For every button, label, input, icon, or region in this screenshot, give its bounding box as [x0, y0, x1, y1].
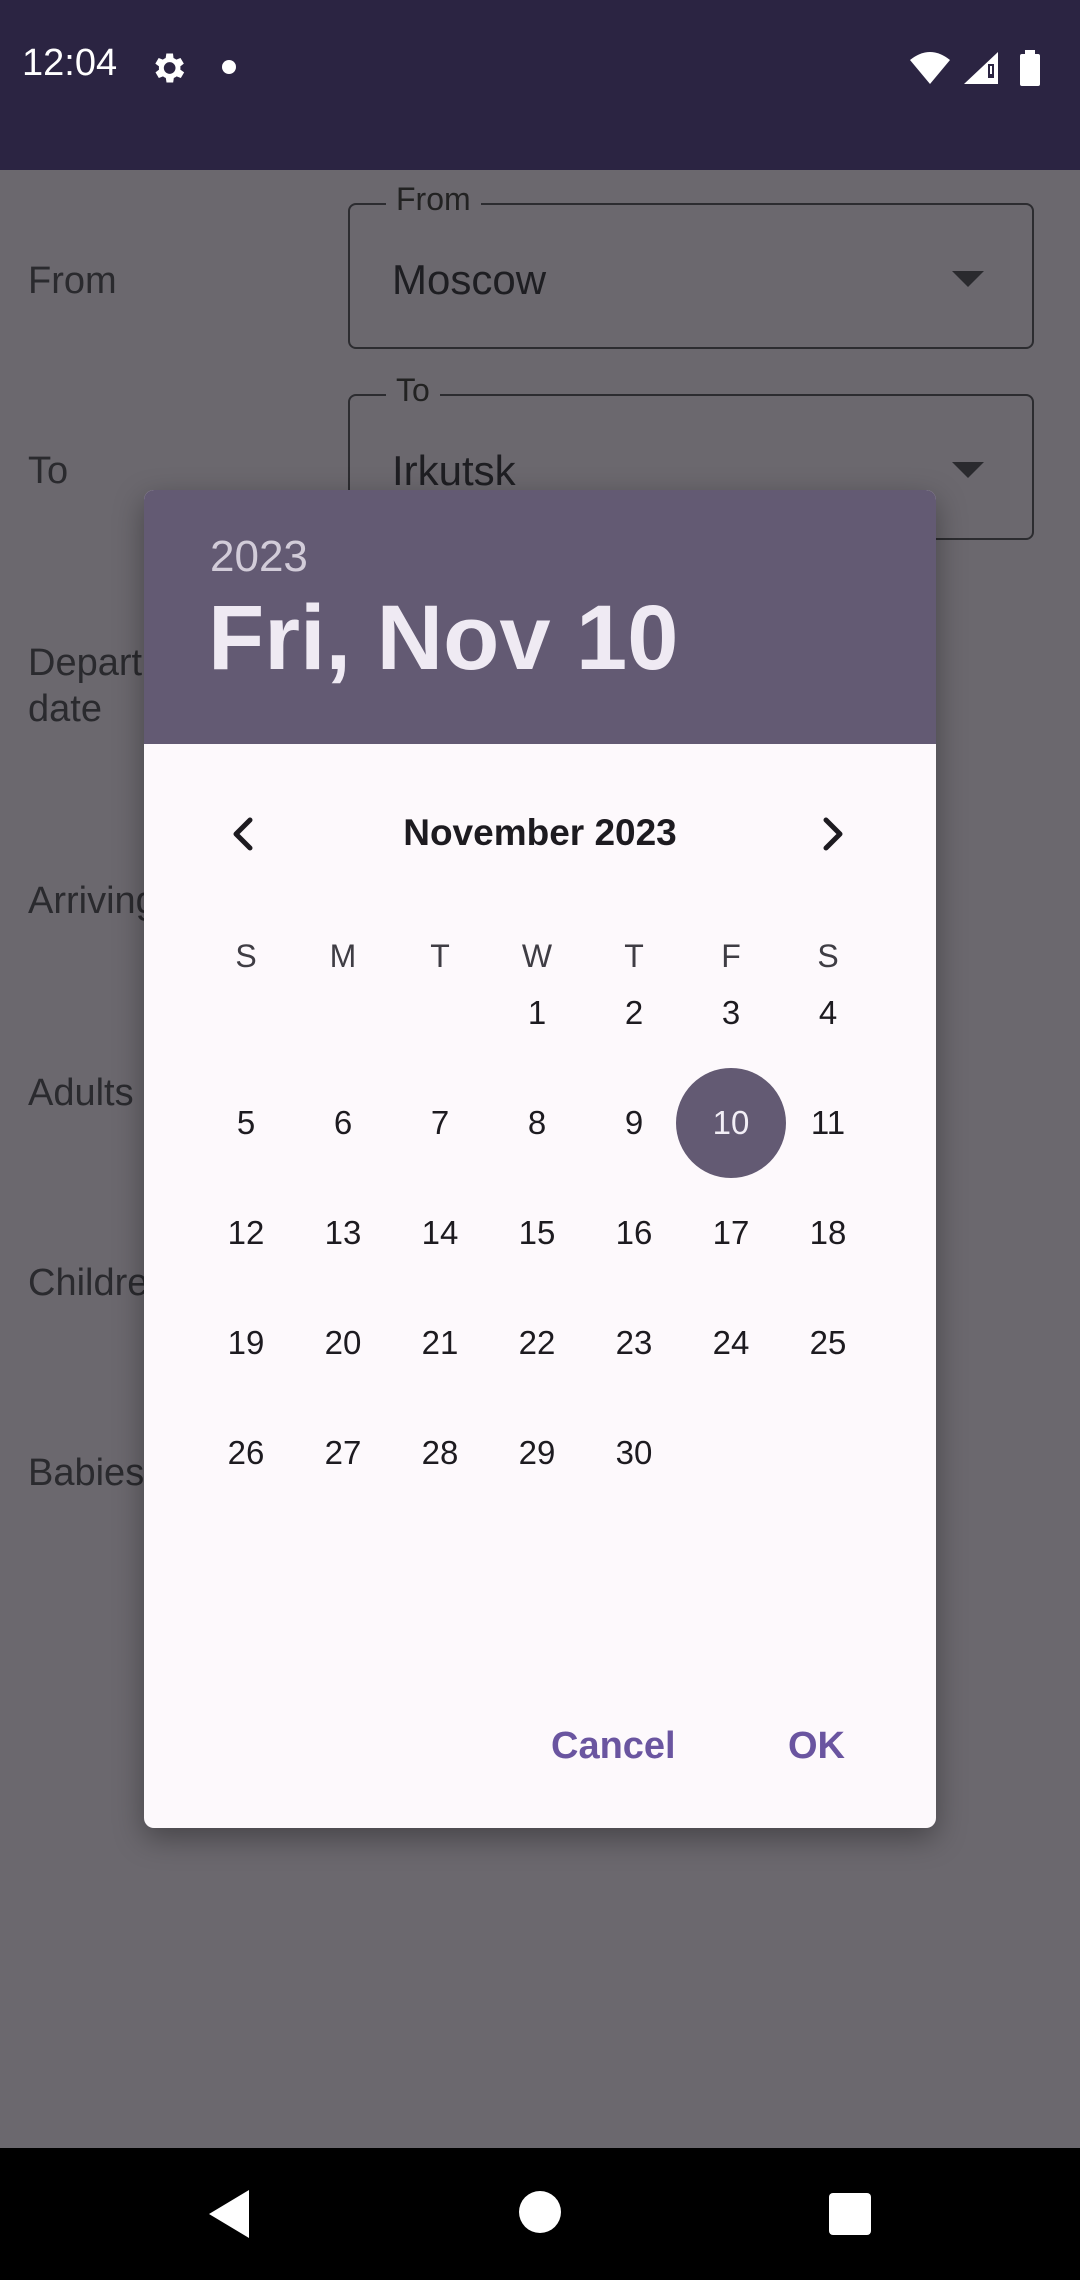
calendar-day[interactable]: 24	[676, 1288, 786, 1398]
to-dropdown-legend: To	[386, 370, 440, 410]
calendar-day[interactable]: 3	[676, 958, 786, 1068]
status-icons	[910, 50, 1040, 86]
departure-date-label-line1: Depart	[28, 642, 143, 684]
calendar-day[interactable]: 29	[482, 1398, 592, 1508]
battery-icon	[1020, 50, 1040, 86]
adults-label: Adults	[28, 1072, 134, 1114]
cancel-button[interactable]: Cancel	[551, 1725, 676, 1768]
status-bar: 12:04	[0, 0, 1080, 170]
arriving-label: Arriving	[28, 880, 157, 922]
calendar-day[interactable]: 2	[579, 958, 689, 1068]
calendar-day[interactable]: 15	[482, 1178, 592, 1288]
calendar-day[interactable]: 4	[773, 958, 883, 1068]
next-month-chevron-icon[interactable]	[802, 804, 862, 864]
calendar-day[interactable]: 5	[191, 1068, 301, 1178]
calendar-day[interactable]: 22	[482, 1288, 592, 1398]
calendar-day[interactable]: 9	[579, 1068, 689, 1178]
calendar-day[interactable]: 23	[579, 1288, 689, 1398]
recents-icon[interactable]	[829, 2193, 871, 2235]
calendar-day[interactable]: 1	[482, 958, 592, 1068]
calendar-day[interactable]: 21	[385, 1288, 495, 1398]
calendar-day[interactable]: 13	[288, 1178, 398, 1288]
calendar-day[interactable]: 17	[676, 1178, 786, 1288]
children-label: Childre	[28, 1262, 149, 1304]
calendar-day[interactable]: 20	[288, 1288, 398, 1398]
weekday-label: T	[430, 938, 450, 974]
calendar-day[interactable]: 6	[288, 1068, 398, 1178]
calendar-day[interactable]: 27	[288, 1398, 398, 1508]
from-dropdown[interactable]: From Moscow	[348, 179, 1034, 349]
weekday-label: S	[235, 938, 257, 974]
wifi-icon	[910, 52, 950, 84]
dropdown-arrow-icon	[952, 271, 984, 287]
to-label: To	[28, 450, 69, 492]
to-dropdown-value: Irkutsk	[392, 447, 516, 494]
notification-dot-icon	[222, 60, 236, 74]
calendar-day[interactable]: 19	[191, 1288, 301, 1398]
weekday-label: M	[329, 938, 357, 974]
calendar-day[interactable]: 30	[579, 1398, 689, 1508]
calendar-day[interactable]: 12	[191, 1178, 301, 1288]
calendar-day[interactable]: 8	[482, 1068, 592, 1178]
from-dropdown-value: Moscow	[392, 256, 547, 303]
selected-date: Fri, Nov 10	[208, 587, 679, 689]
cell-signal-icon	[964, 52, 998, 84]
calendar-day[interactable]: 28	[385, 1398, 495, 1508]
calendar-day[interactable]: 7	[385, 1068, 495, 1178]
ok-button[interactable]: OK	[788, 1725, 845, 1768]
calendar-day[interactable]: 14	[385, 1178, 495, 1288]
calendar-day[interactable]: 16	[579, 1178, 689, 1288]
from-label: From	[28, 260, 117, 302]
calendar-day[interactable]: 26	[191, 1398, 301, 1508]
from-dropdown-legend: From	[386, 179, 481, 219]
settings-gear-icon	[155, 53, 185, 83]
babies-label: Babies	[28, 1452, 145, 1494]
departure-date-label-line2: date	[28, 688, 102, 730]
system-navigation-bar	[0, 2148, 1080, 2280]
departure-date-label: Depart date	[28, 640, 142, 732]
date-picker-header: 2023 Fri, Nov 10	[144, 490, 936, 744]
calendar-day[interactable]: 11	[773, 1068, 883, 1178]
calendar-day[interactable]: 25	[773, 1288, 883, 1398]
status-time: 12:04	[22, 42, 118, 84]
home-icon[interactable]	[519, 2191, 561, 2233]
calendar-day[interactable]: 18	[773, 1178, 883, 1288]
dropdown-arrow-icon	[952, 462, 984, 478]
calendar-day-selected[interactable]: 10	[676, 1068, 786, 1178]
back-icon[interactable]	[205, 2188, 253, 2240]
selected-year[interactable]: 2023	[210, 532, 308, 582]
date-picker-dialog: 2023 Fri, Nov 10 November 2023 SMTWTFS 1…	[144, 490, 936, 1828]
